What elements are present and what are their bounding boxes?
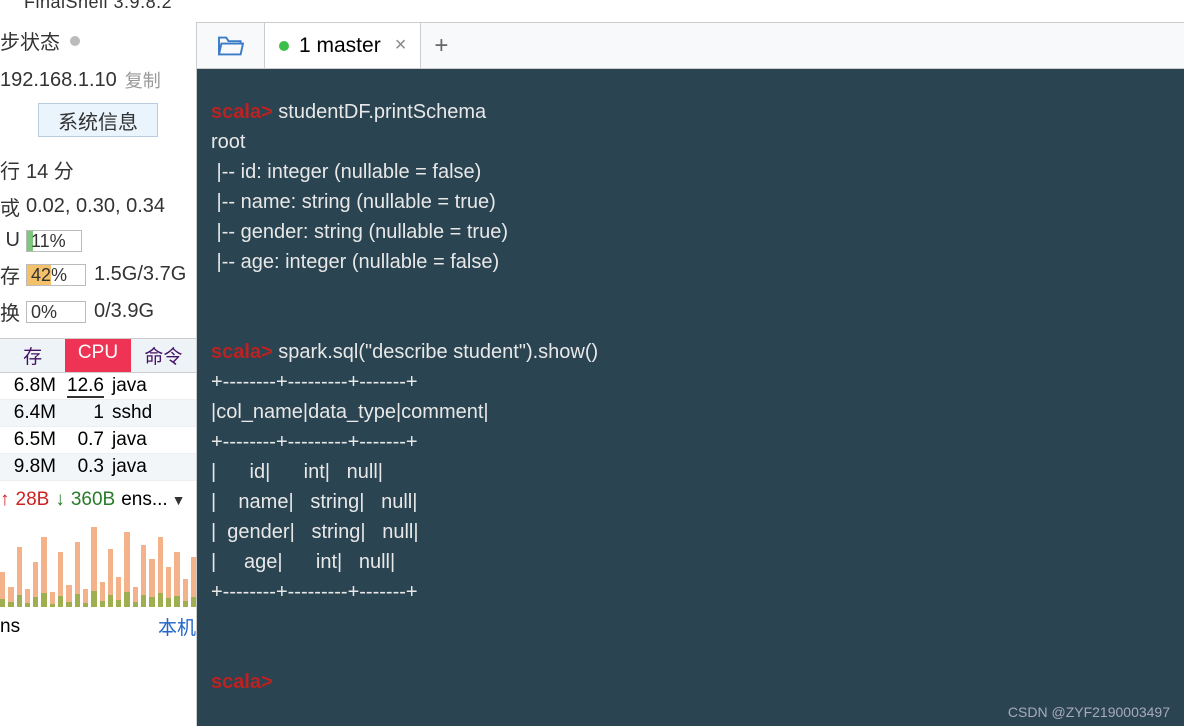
swap-bar: 0% [26,301,86,323]
ns-label: ns [0,616,20,638]
local-link[interactable]: 本机 [158,613,196,640]
arrow-down-icon: ↓ [55,489,65,511]
col-cmd[interactable]: 命令 [131,339,196,372]
process-list: 6.8M12.6java6.4M1sshd6.5M0.7java9.8M0.3j… [0,373,196,481]
col-mem[interactable]: 存 [0,339,65,372]
sync-label: 步状态 [0,26,60,55]
mem-label: 存 [0,260,20,289]
network-row[interactable]: ↑ 28B ↓ 360B ens... ▼ [0,481,196,513]
swap-label: 换 [0,297,20,326]
process-header: 存 CPU 命令 [0,338,196,373]
net-iface: ens... [121,489,167,511]
system-info-button[interactable]: 系统信息 [38,103,158,137]
table-row[interactable]: 6.8M12.6java [0,373,196,400]
add-tab-button[interactable]: + [421,23,461,68]
folder-open-icon [216,34,246,58]
table-row[interactable]: 6.5M0.7java [0,427,196,454]
swap-value: 0/3.9G [94,300,154,323]
net-down: 360B [71,489,115,511]
tab-bar: 1 master × + [197,23,1184,69]
mem-percent: 42% [31,265,67,285]
terminal[interactable]: scala> studentDF.printSchemaroot |-- id:… [197,69,1184,726]
sync-dot-icon [70,36,80,46]
network-chart [0,517,196,607]
cpu-bar: 11% [26,230,82,252]
cpu-percent: 11% [31,231,66,251]
status-dot-icon [279,41,289,51]
uptime-label: 行 [0,155,20,184]
swap-percent: 0% [31,302,57,322]
table-row[interactable]: 9.8M0.3java [0,454,196,481]
load-label: 戓 [0,192,20,221]
arrow-up-icon: ↑ [0,489,10,511]
mem-bar: 42% [26,264,86,286]
close-icon[interactable]: × [395,34,407,57]
col-cpu[interactable]: CPU [65,339,130,372]
copy-button[interactable]: 复制 [125,67,161,93]
sidebar: 步状态 192.168.1.10 复制 系统信息 行14 分 戓 0.02, 0.… [0,22,196,726]
net-up: 28B [16,489,50,511]
local-chart [0,650,196,700]
tab-label: 1 master [299,34,381,58]
folder-button[interactable] [197,23,265,68]
mem-value: 1.5G/3.7G [94,263,186,286]
sync-status: 步状态 [0,22,196,61]
ip-address: 192.168.1.10 [0,69,117,92]
table-row[interactable]: 6.4M1sshd [0,400,196,427]
cpu-label: U [0,229,20,252]
watermark: CSDN @ZYF2190003497 [1008,704,1170,720]
app-title: FinalShell 3.9.8.2 [24,0,172,13]
tab-master[interactable]: 1 master × [265,23,421,68]
main-area: 1 master × + scala> studentDF.printSchem… [196,22,1184,726]
load-value: 0.02, 0.30, 0.34 [26,195,165,218]
dropdown-icon[interactable]: ▼ [172,492,186,508]
uptime-value: 14 分 [26,155,74,184]
